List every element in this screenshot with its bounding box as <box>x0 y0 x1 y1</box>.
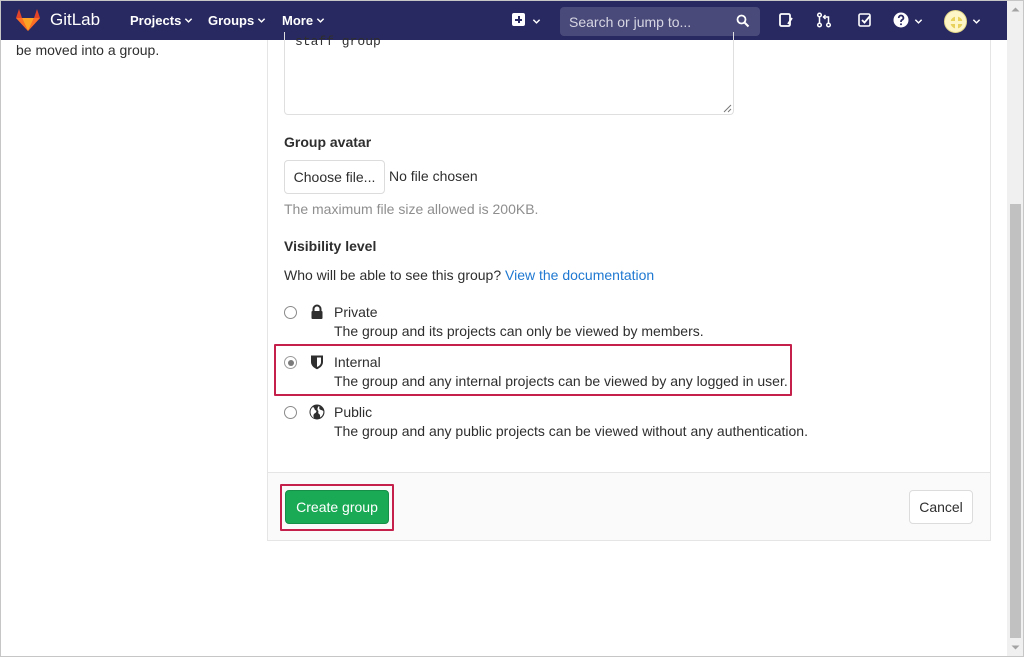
visibility-public-desc: The group and any public projects can be… <box>334 423 808 439</box>
visibility-question-text: Who will be able to see this group? <box>284 267 502 283</box>
gitlab-logo-icon[interactable] <box>15 8 41 32</box>
globe-icon <box>309 404 325 420</box>
nav-groups-label: Groups <box>208 13 255 28</box>
view-documentation-link[interactable]: View the documentation <box>505 267 654 283</box>
nav-groups[interactable]: Groups <box>208 13 266 28</box>
scroll-down-arrow-icon[interactable] <box>1011 643 1020 652</box>
internal-option-highlight <box>274 344 792 396</box>
issues-todo-icon[interactable] <box>778 12 794 28</box>
search-icon[interactable] <box>736 14 750 28</box>
chevron-down-icon <box>316 18 325 23</box>
chevron-down-icon[interactable] <box>914 17 923 26</box>
help-icon[interactable] <box>893 12 909 28</box>
scrollbar-thumb[interactable] <box>1010 204 1021 638</box>
brand-name[interactable]: GitLab <box>50 10 100 30</box>
avatar-pattern-icon <box>949 15 964 30</box>
create-button-highlight <box>280 484 394 531</box>
description-textarea[interactable]: staff group <box>284 32 734 115</box>
lock-icon <box>311 304 323 319</box>
chevron-down-icon[interactable] <box>972 17 981 26</box>
user-avatar[interactable] <box>944 10 967 33</box>
visibility-private-desc: The group and its projects can only be v… <box>334 323 704 339</box>
chevron-down-icon <box>258 18 266 23</box>
scroll-up-arrow-icon[interactable] <box>1011 5 1020 14</box>
group-avatar-label: Group avatar <box>284 134 372 150</box>
resize-grip-icon[interactable] <box>722 103 732 113</box>
nav-more-label: More <box>282 13 314 28</box>
todo-checkbox-icon[interactable] <box>857 12 873 28</box>
no-file-text: No file chosen <box>389 168 478 184</box>
nav-more[interactable]: More <box>282 13 325 28</box>
sidebar-description: be moved into a group. <box>16 42 160 58</box>
nav-projects[interactable]: Projects <box>130 13 193 28</box>
merge-request-icon[interactable] <box>816 12 832 28</box>
visibility-question: Who will be able to see this group? View… <box>284 267 654 283</box>
visibility-private-title: Private <box>334 304 378 320</box>
chevron-down-icon <box>185 18 193 23</box>
nav-projects-label: Projects <box>130 13 182 28</box>
choose-file-button[interactable]: Choose file... <box>284 160 385 194</box>
form-border-right <box>990 40 991 472</box>
chevron-down-icon[interactable] <box>532 17 541 26</box>
form-border-left <box>267 40 268 472</box>
radio-private[interactable] <box>284 306 297 319</box>
visibility-level-label: Visibility level <box>284 238 377 254</box>
max-size-help: The maximum file size allowed is 200KB. <box>284 201 539 217</box>
cancel-button[interactable]: Cancel <box>909 490 973 524</box>
visibility-public-title: Public <box>334 404 373 420</box>
new-item-plus-icon[interactable] <box>512 13 525 26</box>
radio-public[interactable] <box>284 406 297 419</box>
